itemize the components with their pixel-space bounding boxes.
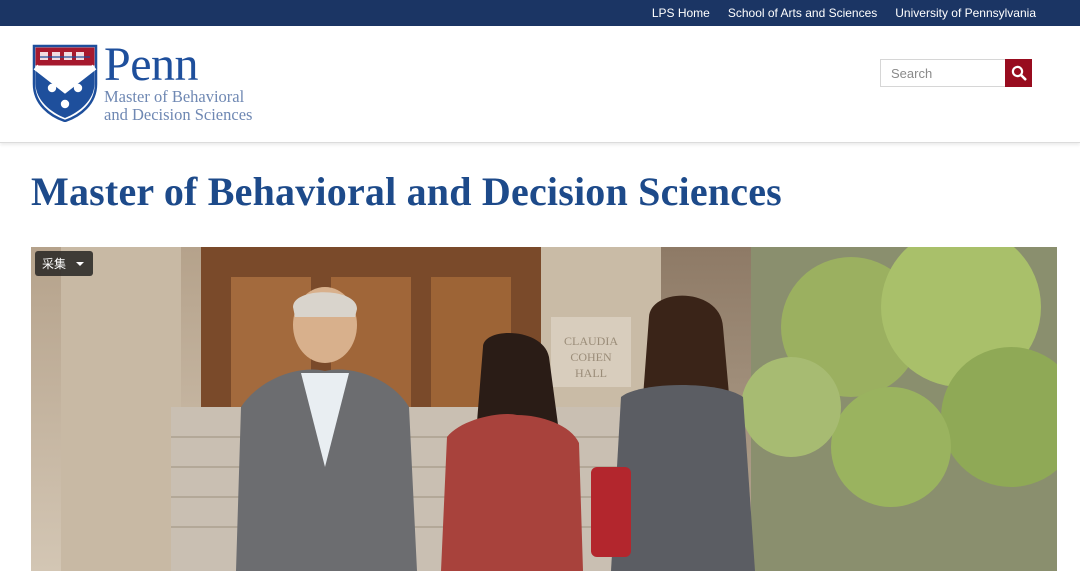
- search-icon: [1011, 65, 1026, 81]
- top-link-lps-home[interactable]: LPS Home: [652, 6, 710, 20]
- top-nav: LPS Home School of Arts and Sciences Uni…: [652, 0, 1036, 26]
- top-link-school-of-arts-and-sciences[interactable]: School of Arts and Sciences: [728, 6, 877, 20]
- hero-photo: CLAUDIA COHEN HALL: [31, 247, 1057, 571]
- building-inscription-2: COHEN: [570, 350, 612, 364]
- logo-subtitle-line-1: Master of Behavioral: [104, 87, 245, 106]
- search-input[interactable]: [880, 59, 1005, 87]
- penn-logo[interactable]: Penn Master of Behavioral and Decision S…: [32, 38, 282, 126]
- penn-shield-icon: [32, 44, 98, 122]
- collect-button-label: 采集: [42, 257, 67, 271]
- hero-image: CLAUDIA COHEN HALL 采集: [31, 247, 1057, 571]
- building-inscription-3: HALL: [575, 366, 607, 380]
- logo-subtitle-line-2: and Decision Sciences: [104, 105, 253, 124]
- building-inscription-1: CLAUDIA: [564, 334, 618, 348]
- site-header: Penn Master of Behavioral and Decision S…: [0, 26, 1080, 143]
- logo-subtitle: Master of Behavioral and Decision Scienc…: [104, 88, 252, 124]
- search-form: [880, 59, 1032, 87]
- caret-down-icon: [76, 261, 85, 266]
- search-button[interactable]: [1005, 59, 1032, 87]
- page-title: Master of Behavioral and Decision Scienc…: [31, 169, 782, 214]
- collect-dropdown-button[interactable]: 采集: [35, 251, 93, 276]
- logo-wordmark: Penn: [104, 38, 199, 91]
- top-utility-bar: LPS Home School of Arts and Sciences Uni…: [0, 0, 1080, 26]
- top-link-university-of-pennsylvania[interactable]: University of Pennsylvania: [895, 6, 1036, 20]
